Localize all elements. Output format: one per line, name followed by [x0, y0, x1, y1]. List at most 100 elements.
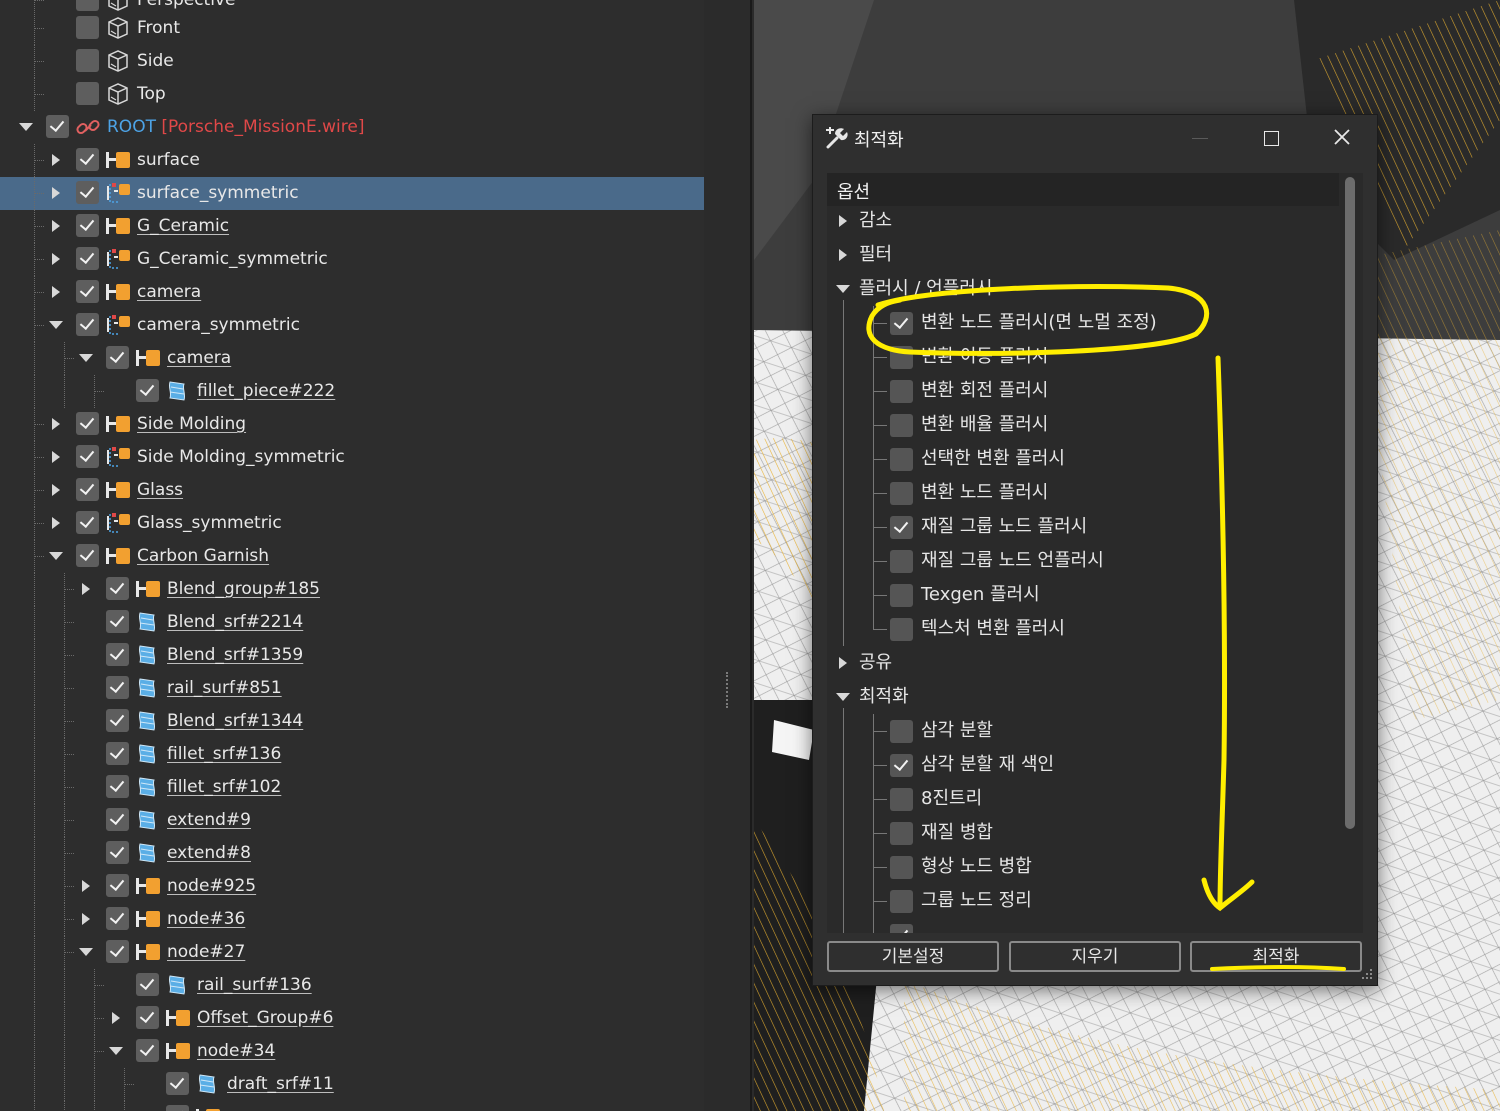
expand-arrow-icon[interactable]	[49, 252, 63, 266]
option-row[interactable]: 변환 회전 플러시	[827, 374, 1339, 408]
tree-row[interactable]: node#27	[0, 936, 704, 969]
tree-row[interactable]: G_Ceramic_symmetric	[0, 243, 704, 276]
visibility-checkbox[interactable]	[106, 643, 129, 666]
option-category[interactable]: 감소	[827, 204, 1339, 238]
option-checkbox[interactable]	[890, 822, 913, 845]
visibility-checkbox[interactable]	[106, 841, 129, 864]
expand-arrow-icon[interactable]	[79, 582, 93, 596]
option-checkbox[interactable]	[890, 924, 913, 933]
option-row[interactable]: 재질 그룹 노드 언플러시	[827, 544, 1339, 578]
collapse-arrow-icon[interactable]	[79, 945, 93, 959]
tree-row[interactable]: Side	[0, 45, 704, 78]
dialog-titlebar[interactable]: 최적화	[813, 115, 1377, 161]
reset-button[interactable]: 기본설정	[827, 941, 999, 972]
option-checkbox[interactable]	[890, 380, 913, 403]
expand-arrow-icon[interactable]	[49, 186, 63, 200]
option-checkbox[interactable]	[890, 618, 913, 641]
option-category[interactable]: 필터	[827, 238, 1339, 272]
tree-row[interactable]: Side Molding_symmetric	[0, 441, 704, 474]
option-row[interactable]: 변환 이동 플러시	[827, 340, 1339, 374]
panel-splitter[interactable]	[704, 0, 752, 1111]
optimize-button[interactable]: 최적화	[1190, 941, 1362, 972]
visibility-checkbox[interactable]	[106, 874, 129, 897]
visibility-checkbox[interactable]	[76, 0, 99, 11]
minimize-button[interactable]	[1183, 123, 1217, 153]
tree-row[interactable]: Blend_srf#1359	[0, 639, 704, 672]
expand-arrow-icon[interactable]	[49, 417, 63, 431]
option-checkbox[interactable]	[890, 856, 913, 879]
visibility-checkbox[interactable]	[106, 676, 129, 699]
tree-row[interactable]: camera	[0, 342, 704, 375]
option-row[interactable]: 선택한 변환 플러시	[827, 442, 1339, 476]
collapse-arrow-icon[interactable]	[49, 549, 63, 563]
visibility-checkbox[interactable]	[76, 16, 99, 39]
tree-row[interactable]: camera	[0, 276, 704, 309]
tree-row[interactable]: rail_surf#136	[0, 969, 704, 1002]
visibility-checkbox[interactable]	[46, 115, 69, 138]
tree-row[interactable]: ROOT [Porsche_MissionE.wire]	[0, 111, 704, 144]
option-row[interactable]: 텍스처 변환 플러시	[827, 612, 1339, 646]
tree-row[interactable]: Glass_symmetric	[0, 507, 704, 540]
option-checkbox[interactable]	[890, 890, 913, 913]
visibility-checkbox[interactable]	[76, 445, 99, 468]
visibility-checkbox[interactable]	[106, 346, 129, 369]
visibility-checkbox[interactable]	[106, 709, 129, 732]
tree-row[interactable]: Glass	[0, 474, 704, 507]
option-row[interactable]: 재질 그룹 노드 플러시	[827, 510, 1339, 544]
clear-button[interactable]: 지우기	[1009, 941, 1181, 972]
collapse-arrow-icon[interactable]	[836, 690, 850, 704]
option-row[interactable]: 삼각 분할 재 색인	[827, 748, 1339, 782]
option-row[interactable]: 변환 배율 플러시	[827, 408, 1339, 442]
visibility-checkbox[interactable]	[106, 907, 129, 930]
expand-arrow-icon[interactable]	[79, 912, 93, 926]
visibility-checkbox[interactable]	[106, 775, 129, 798]
option-row[interactable]: 재질 병합	[827, 816, 1339, 850]
visibility-checkbox[interactable]	[76, 544, 99, 567]
options-scrollbar[interactable]	[1345, 177, 1355, 829]
tree-row[interactable]: fillet_srf#102	[0, 771, 704, 804]
tree-row[interactable]: camera_symmetric	[0, 309, 704, 342]
expand-arrow-icon[interactable]	[49, 285, 63, 299]
close-button[interactable]	[1325, 123, 1359, 153]
option-checkbox[interactable]	[890, 346, 913, 369]
resize-grip-icon[interactable]	[1359, 967, 1373, 981]
tree-row[interactable]: fillet_srf#136	[0, 738, 704, 771]
visibility-checkbox[interactable]	[166, 1105, 189, 1111]
visibility-checkbox[interactable]	[76, 82, 99, 105]
tree-row[interactable]: Offset_Group#6	[0, 1002, 704, 1035]
option-checkbox[interactable]	[890, 584, 913, 607]
tree-row[interactable]: Blend_srf#1344	[0, 705, 704, 738]
tree-row[interactable]: fillet_piece#222	[0, 375, 704, 408]
option-category[interactable]: 공유	[827, 646, 1339, 680]
visibility-checkbox[interactable]	[76, 313, 99, 336]
splitter-grip[interactable]	[726, 672, 730, 708]
visibility-checkbox[interactable]	[136, 1006, 159, 1029]
visibility-checkbox[interactable]	[76, 478, 99, 501]
option-checkbox[interactable]	[890, 448, 913, 471]
tree-row[interactable]: G_Ceramic	[0, 210, 704, 243]
options-tree[interactable]: 옵션 감소 필터 플러시 / 언플러시 변환 노드 플러시(면 노멀 조정) 변환 이동…	[827, 173, 1363, 933]
option-row[interactable]: 8진트리	[827, 782, 1339, 816]
option-row[interactable]: 그룹 노드 정리	[827, 884, 1339, 918]
tree-row[interactable]: extend#8	[0, 837, 704, 870]
tree-row[interactable]: surface_symmetric	[0, 177, 704, 210]
expand-arrow-icon[interactable]	[49, 219, 63, 233]
visibility-checkbox[interactable]	[166, 1072, 189, 1095]
tree-row[interactable]: node#34	[0, 1035, 704, 1068]
expand-arrow-icon[interactable]	[49, 450, 63, 464]
visibility-checkbox[interactable]	[76, 511, 99, 534]
option-row[interactable]: 변환 노드 플러시(면 노멀 조정)	[827, 306, 1339, 340]
visibility-checkbox[interactable]	[76, 214, 99, 237]
option-checkbox[interactable]	[890, 516, 913, 539]
visibility-checkbox[interactable]	[76, 280, 99, 303]
tree-row[interactable]: Side Molding	[0, 408, 704, 441]
tree-row[interactable]: draft_srf#11	[0, 1068, 704, 1101]
visibility-checkbox[interactable]	[106, 808, 129, 831]
maximize-button[interactable]	[1254, 123, 1288, 153]
expand-arrow-icon[interactable]	[836, 656, 850, 670]
visibility-checkbox[interactable]	[76, 148, 99, 171]
expand-arrow-icon[interactable]	[49, 516, 63, 530]
option-row[interactable]: 형상 노드 병합	[827, 850, 1339, 884]
visibility-checkbox[interactable]	[136, 379, 159, 402]
tree-row[interactable]: Blend_srf#2214	[0, 606, 704, 639]
